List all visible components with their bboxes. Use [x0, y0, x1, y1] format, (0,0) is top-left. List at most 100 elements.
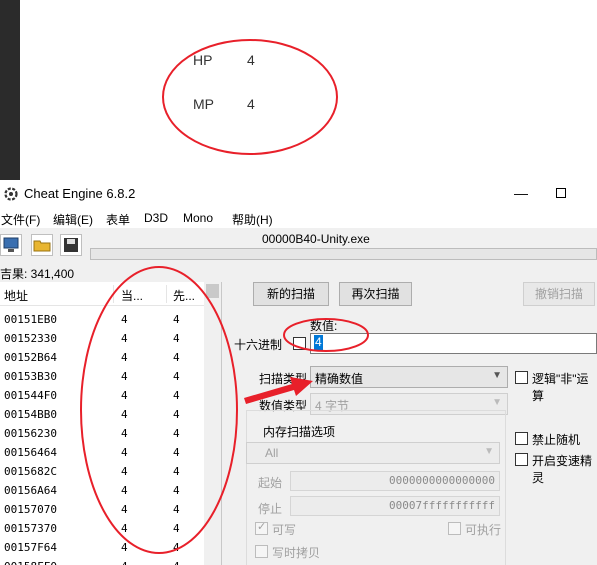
no-random-checkbox[interactable] — [515, 432, 528, 445]
current-value-cell: 4 — [121, 313, 128, 326]
maximize-icon — [556, 188, 566, 198]
previous-value-cell: 4 — [173, 313, 180, 326]
table-row[interactable]: 00156A64 4 4 — [0, 481, 204, 500]
hp-value: 4 — [247, 52, 255, 68]
menu-file[interactable]: 文件(F) — [1, 211, 40, 228]
open-process-button[interactable] — [0, 234, 22, 256]
scrollbar-thumb[interactable] — [206, 284, 219, 298]
title-bar[interactable]: Cheat Engine 6.8.2 — — [0, 180, 597, 208]
undo-scan-button[interactable]: 撤销扫描 — [523, 282, 595, 306]
address-cell: 00152330 — [4, 332, 57, 345]
game-window: HP 4 MP 4 — [0, 0, 597, 180]
menu-mono[interactable]: Mono — [183, 211, 213, 225]
previous-value-cell: 4 — [173, 522, 180, 535]
window-edge — [0, 0, 20, 180]
column-divider — [166, 285, 167, 303]
current-value-cell: 4 — [121, 332, 128, 345]
stop-address-field[interactable]: 00007fffffffffff — [290, 496, 500, 516]
table-row[interactable]: 001544F0 4 4 — [0, 386, 204, 405]
chevron-down-icon: ▼ — [484, 446, 494, 457]
previous-value-cell: 4 — [173, 560, 180, 565]
previous-value-cell: 4 — [173, 465, 180, 478]
previous-value-cell: 4 — [173, 484, 180, 497]
chevron-down-icon: ▼ — [492, 397, 502, 408]
hex-checkbox[interactable] — [293, 337, 306, 350]
start-address-field[interactable]: 0000000000000000 — [290, 471, 500, 491]
scan-progress-bar — [90, 248, 597, 260]
previous-value-cell: 4 — [173, 408, 180, 421]
toolbar — [0, 232, 90, 260]
value-input[interactable]: 4 — [310, 333, 597, 354]
region-select[interactable]: All ▼ — [246, 442, 500, 464]
table-row[interactable]: 0015682C 4 4 — [0, 462, 204, 481]
next-scan-button[interactable]: 再次扫描 — [339, 282, 412, 306]
hp-label: HP — [193, 52, 213, 68]
current-value-cell: 4 — [121, 351, 128, 364]
table-row[interactable]: 00151EB0 4 4 — [0, 310, 204, 329]
not-checkbox[interactable] — [515, 371, 528, 384]
table-row[interactable]: 00156230 4 4 — [0, 424, 204, 443]
not-label: 逻辑"非"运算 — [532, 372, 589, 403]
current-value-cell: 4 — [121, 465, 128, 478]
mp-value: 4 — [247, 96, 255, 112]
speedhack-checkbox[interactable] — [515, 453, 528, 466]
cheat-engine-window: Cheat Engine 6.8.2 — 文件(F) 编辑(E) 表单 D3D … — [0, 180, 597, 565]
copy-on-write-label: 写时拷贝 — [272, 546, 321, 560]
column-current[interactable]: 当... — [121, 287, 143, 304]
table-row[interactable]: 00157F64 4 4 — [0, 538, 204, 557]
minimize-button[interactable]: — — [498, 180, 544, 208]
table-row[interactable]: 00157370 4 4 — [0, 519, 204, 538]
current-value-cell: 4 — [121, 541, 128, 554]
table-row[interactable]: 00157070 4 4 — [0, 500, 204, 519]
previous-value-cell: 4 — [173, 427, 180, 440]
current-value-cell: 4 — [121, 484, 128, 497]
save-icon — [64, 238, 78, 252]
executable-label: 可执行 — [465, 523, 502, 537]
maximize-button[interactable] — [544, 180, 590, 208]
computer-icon — [3, 237, 19, 252]
executable-checkbox[interactable] — [448, 522, 461, 535]
scan-type-label: 扫描类型 — [259, 372, 308, 386]
start-label: 起始 — [258, 476, 283, 490]
menu-table[interactable]: 表单 — [106, 211, 130, 228]
first-scan-button[interactable]: 新的扫描 — [253, 282, 329, 306]
speedhack-label: 开启变速精灵 — [532, 454, 593, 485]
result-count: 吉果: 341,400 — [0, 267, 75, 281]
menu-d3d[interactable]: D3D — [144, 211, 168, 225]
copy-on-write-checkbox[interactable] — [255, 545, 268, 558]
table-row[interactable]: 00158FF0 4 4 — [0, 557, 204, 565]
menu-help[interactable]: 帮助(H) — [232, 211, 273, 228]
address-cell: 00158FF0 — [4, 560, 57, 565]
mp-label: MP — [193, 96, 214, 112]
value-label: 数值: — [310, 319, 338, 333]
address-cell: 001544F0 — [4, 389, 57, 402]
save-button[interactable] — [60, 234, 82, 256]
writable-label: 可写 — [272, 523, 297, 537]
table-row[interactable]: 00152B64 4 4 — [0, 348, 204, 367]
memory-options-label: 内存扫描选项 — [261, 423, 338, 440]
open-file-button[interactable] — [31, 234, 53, 256]
table-row[interactable]: 00152330 4 4 — [0, 329, 204, 348]
table-row[interactable]: 00156464 4 4 — [0, 443, 204, 462]
previous-value-cell: 4 — [173, 446, 180, 459]
list-header: 地址 当... 先... — [0, 282, 204, 306]
stop-label: 停止 — [258, 502, 283, 516]
address-cell: 0015682C — [4, 465, 57, 478]
scan-type-select[interactable]: 精确数值 ▼ — [310, 366, 508, 388]
current-value-cell: 4 — [121, 370, 128, 383]
table-row[interactable]: 00154BB0 4 4 — [0, 405, 204, 424]
list-scrollbar[interactable] — [204, 282, 221, 565]
column-previous[interactable]: 先... — [173, 287, 195, 304]
results-list[interactable]: 地址 当... 先... 00151EB0 4 4 00152330 4 4 00152B6… — [0, 282, 222, 565]
address-cell: 00156464 — [4, 446, 57, 459]
current-value-cell: 4 — [121, 503, 128, 516]
menu-edit[interactable]: 编辑(E) — [53, 211, 93, 228]
process-name: 00000B40-Unity.exe — [262, 232, 370, 246]
folder-icon — [33, 240, 51, 252]
table-row[interactable]: 00153B30 4 4 — [0, 367, 204, 386]
column-address[interactable]: 地址 — [4, 287, 28, 304]
writable-checkbox[interactable] — [255, 520, 268, 535]
previous-value-cell: 4 — [173, 351, 180, 364]
scan-panel: 新的扫描 再次扫描 撤销扫描 数值: 十六进制 4 扫描类型 精确数值 ▼ 数值… — [222, 282, 597, 565]
address-cell: 00154BB0 — [4, 408, 57, 421]
